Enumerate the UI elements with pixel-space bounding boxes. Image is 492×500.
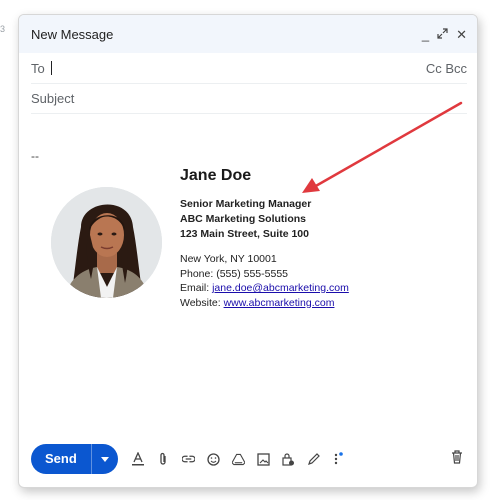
email-link[interactable]: jane.doe@abcmarketing.com — [212, 282, 349, 294]
website-label: Website: — [180, 296, 224, 309]
more-options-icon[interactable] — [332, 452, 345, 466]
profile-photo — [51, 187, 162, 298]
expand-icon[interactable] — [437, 27, 448, 41]
subject-placeholder: Subject — [31, 90, 75, 106]
signature-name: Jane Doe — [180, 167, 252, 184]
photo-icon[interactable] — [257, 452, 270, 466]
signature-phone: Phone: (555) 555-5555 — [180, 267, 288, 280]
signature-website-row: Website: www.abcmarketing.com — [180, 296, 349, 311]
to-label: To — [31, 60, 45, 76]
minimize-icon[interactable]: _ — [422, 28, 429, 41]
signature-company: ABC Marketing Solutions — [180, 213, 307, 225]
signature-title: Senior Marketing Manager — [180, 198, 312, 210]
send-button-group: Send — [31, 444, 118, 474]
subject-field[interactable]: Subject — [31, 83, 467, 114]
compose-titlebar[interactable]: New Message _ ✕ — [19, 15, 477, 53]
email-signature: Jane Doe Senior Marketing Manager ABC Ma… — [180, 167, 349, 310]
signature-separator: -- — [31, 149, 39, 163]
send-options-dropdown-icon[interactable] — [90, 444, 118, 474]
link-icon[interactable] — [181, 452, 195, 466]
signature-pen-icon[interactable] — [307, 452, 320, 466]
drive-icon[interactable] — [231, 452, 245, 466]
close-icon[interactable]: ✕ — [456, 28, 467, 41]
send-button[interactable]: Send — [31, 444, 91, 474]
signature-address-line1: 123 Main Street, Suite 100 — [180, 228, 309, 240]
to-field[interactable]: To Cc Bcc — [31, 53, 467, 84]
cc-bcc-link[interactable]: Cc Bcc — [426, 61, 467, 76]
attach-icon[interactable] — [157, 452, 170, 466]
emoji-icon[interactable] — [207, 452, 220, 466]
website-link[interactable]: www.abcmarketing.com — [224, 297, 335, 309]
text-cursor — [50, 61, 52, 75]
background-page-fragment: 3 — [0, 24, 6, 34]
compose-title: New Message — [31, 26, 114, 42]
email-label: Email: — [180, 282, 213, 294]
message-body[interactable]: -- Jane Doe Senior Marketing Manager ABC… — [31, 115, 467, 431]
format-text-icon[interactable] — [132, 452, 145, 466]
compose-window: New Message _ ✕ To Cc Bcc Subject -- Jan… — [18, 14, 478, 488]
signature-address-line2: New York, NY 10001 — [180, 253, 277, 265]
confidential-lock-icon[interactable] — [282, 452, 295, 466]
compose-toolbar: Send — [19, 431, 477, 487]
trash-icon[interactable] — [451, 449, 463, 469]
signature-email-row: Email: jane.doe@abcmarketing.com — [180, 281, 349, 296]
